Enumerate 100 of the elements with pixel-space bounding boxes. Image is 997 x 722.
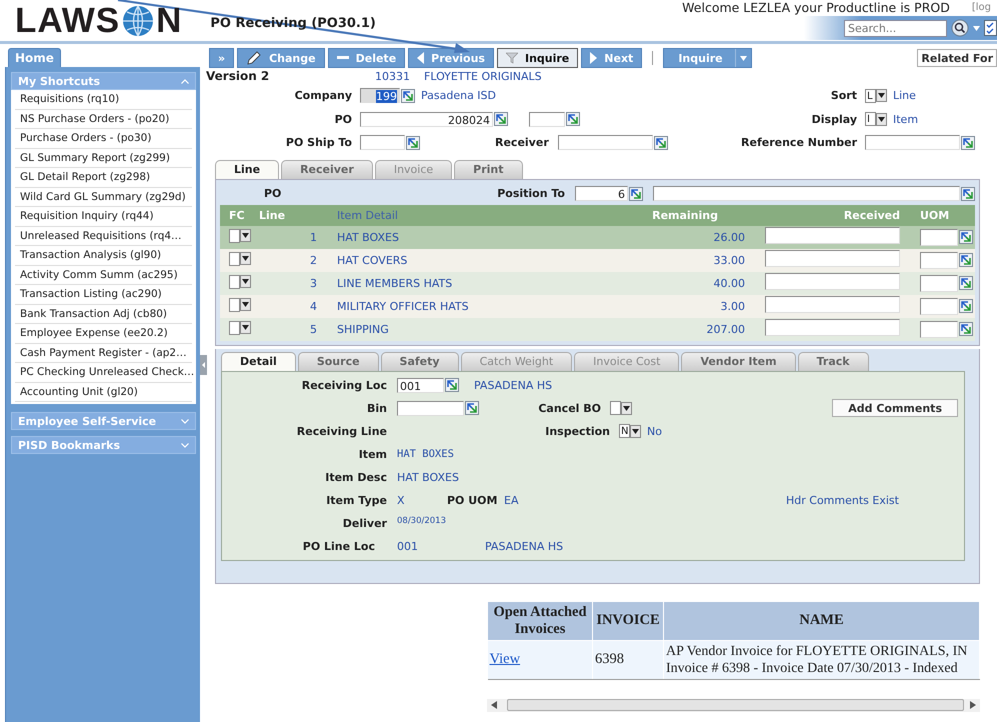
po-number-field[interactable]: 208024	[360, 112, 493, 127]
tab[interactable]: Source	[298, 352, 379, 370]
fc-select[interactable]	[229, 274, 251, 288]
po-release-field[interactable]	[529, 112, 565, 127]
position-to-description-field[interactable]	[653, 186, 960, 201]
field-label: Reference Number	[740, 136, 857, 150]
lookup-icon[interactable]	[494, 112, 508, 126]
shortcut-item[interactable]: PC Checking Unreleased Check…	[15, 363, 192, 382]
position-to-field[interactable]: 6	[575, 186, 628, 201]
fc-select[interactable]	[229, 252, 251, 266]
caret-icon	[632, 428, 639, 434]
lookup-icon[interactable]	[961, 136, 975, 150]
lookup-icon[interactable]	[959, 299, 973, 313]
received-field[interactable]	[765, 273, 900, 290]
ship-to-field[interactable]	[360, 135, 405, 150]
received-field[interactable]	[765, 227, 900, 244]
shortcut-item[interactable]: Activity Comm Summ (ac295)	[15, 266, 192, 285]
collapse-handle-icon[interactable]	[200, 355, 207, 375]
received-field[interactable]	[765, 296, 900, 313]
column-header: INVOICE	[592, 601, 664, 640]
uom-field[interactable]	[920, 228, 958, 246]
remaining-quantity: 40.00	[714, 276, 745, 290]
field-label: Inspection	[544, 424, 610, 438]
pencil-icon	[246, 51, 262, 65]
shortcut-item[interactable]: Requisition Inquiry (rq44)	[15, 207, 192, 226]
scroll-right-icon[interactable]	[970, 701, 976, 709]
lookup-icon[interactable]	[654, 136, 668, 150]
checklist-icon[interactable]	[984, 20, 997, 36]
grid-row[interactable]: 4 MILITARY OFFICER HATS 3.00	[220, 294, 975, 318]
shortcut-item[interactable]: Transaction Listing (ac290)	[15, 285, 192, 304]
received-field[interactable]	[765, 319, 900, 336]
search-icon[interactable]	[951, 19, 969, 37]
logout-link[interactable]: [log	[972, 0, 991, 15]
scroll-left-icon[interactable]	[491, 701, 497, 709]
display-name: Item	[893, 112, 918, 126]
uom-field[interactable]	[920, 298, 958, 314]
shortcut-item[interactable]: Purchase Orders - (po30)	[15, 129, 192, 148]
item-detail: HAT BOXES	[337, 230, 399, 244]
fc-select[interactable]	[229, 320, 251, 334]
shortcut-item[interactable]: Transaction Analysis (gl90)	[15, 246, 192, 266]
received-field[interactable]	[765, 250, 900, 267]
field-label: Deliver	[342, 516, 387, 530]
vendor-name: FLOYETTE ORIGINALS	[424, 70, 542, 82]
field-label: PO	[263, 187, 282, 200]
cancel-bo-select[interactable]	[610, 401, 632, 415]
shortcut-item[interactable]: GL Summary Report (zg299)	[15, 148, 192, 168]
header-comments-link[interactable]: Hdr Comments Exist	[786, 494, 899, 506]
shortcut-item[interactable]: GL Detail Report (zg298)	[15, 168, 192, 188]
company-name: Pasadena ISD	[421, 89, 496, 102]
lookup-icon[interactable]	[959, 276, 973, 290]
lookup-icon[interactable]	[465, 401, 479, 415]
view-link[interactable]: View	[490, 651, 520, 667]
search-field[interactable]: Search...	[844, 20, 947, 36]
shortcut-item[interactable]: Cash Payment Register - (ap2…	[15, 344, 192, 363]
fc-select[interactable]	[229, 228, 251, 242]
lookup-icon[interactable]	[959, 322, 973, 336]
reference-number-field[interactable]	[865, 135, 960, 150]
shortcut-item[interactable]: Accounting Unit (gl20)	[15, 382, 192, 402]
tab[interactable]: Vendor Item	[681, 352, 796, 370]
grid-row[interactable]: 2 HAT COVERS 33.00	[220, 248, 975, 272]
tab[interactable]: Print	[454, 160, 523, 178]
uom-field[interactable]	[920, 252, 958, 268]
shortcut-item[interactable]: Requisitions (rq10)	[15, 90, 192, 110]
po-uom-value: EA	[504, 494, 520, 506]
receiver-field[interactable]	[558, 135, 653, 150]
fc-select[interactable]	[229, 298, 251, 312]
tab[interactable]: Track	[798, 352, 869, 370]
grid-row[interactable]: 1 HAT BOXES 26.00	[220, 226, 975, 248]
caret-icon[interactable]	[973, 26, 980, 30]
grid-row[interactable]: 3 LINE MEMBERS HATS 40.00	[220, 272, 975, 294]
bin-field[interactable]	[397, 400, 464, 416]
tab[interactable]: Detail	[221, 352, 296, 370]
tab[interactable]: Receiver	[281, 160, 373, 178]
receiving-loc-field[interactable]: 001	[397, 378, 444, 392]
field-label: Position To	[496, 187, 565, 200]
lookup-icon[interactable]	[401, 88, 415, 103]
lookup-icon[interactable]	[961, 186, 975, 200]
lookup-icon[interactable]	[629, 186, 643, 200]
shortcut-item[interactable]: Bank Transaction Adj (cb80)	[15, 304, 192, 324]
caret-icon	[242, 256, 249, 261]
uom-field[interactable]	[920, 274, 958, 292]
inquire-button[interactable]: Inquire	[496, 48, 578, 68]
lookup-icon[interactable]	[406, 136, 420, 150]
lookup-icon[interactable]	[959, 230, 973, 244]
lookup-icon[interactable]	[959, 253, 973, 267]
related-forms-button[interactable]: Related For	[917, 49, 997, 67]
lookup-icon[interactable]	[566, 112, 580, 126]
shortcut-item[interactable]: Unreleased Requisitions (rq4…	[15, 226, 192, 246]
lookup-icon[interactable]	[445, 378, 459, 392]
shortcut-item[interactable]: Employee Expense (ee20.2)	[15, 324, 192, 344]
shortcut-item[interactable]: Wild Card GL Summary (zg29d)	[15, 188, 192, 207]
add-comments-button[interactable]: Add Comments	[832, 399, 958, 417]
horizontal-scrollbar[interactable]	[487, 698, 980, 712]
tab[interactable]: Line	[215, 160, 280, 178]
company-field[interactable]: 199	[360, 88, 400, 104]
logo-text: N	[156, 3, 182, 39]
grid-row[interactable]: 5 SHIPPING 207.00	[220, 318, 975, 340]
tab[interactable]: Safety	[380, 352, 459, 370]
shortcut-item[interactable]: NS Purchase Orders - (po20)	[15, 110, 192, 129]
uom-field[interactable]	[920, 320, 958, 338]
